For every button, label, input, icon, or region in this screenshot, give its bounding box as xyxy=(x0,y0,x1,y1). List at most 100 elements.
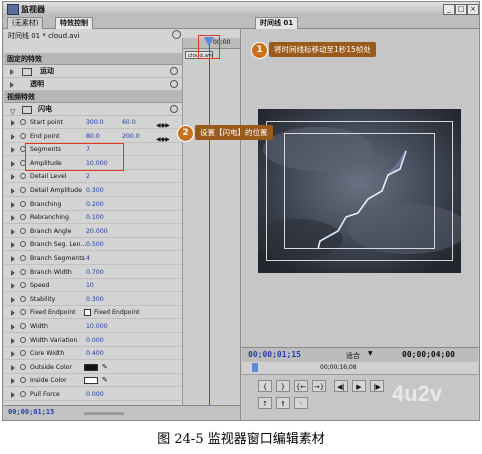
param-label: Rebranching xyxy=(30,214,69,222)
mark-out-icon[interactable]: } xyxy=(276,380,290,392)
param-row[interactable]: Stability 0.300 xyxy=(4,293,182,306)
effect-timeline[interactable]: 00;00 cloud.avi xyxy=(182,38,240,420)
param-label: Pull Force xyxy=(30,391,60,398)
param-row[interactable]: Speed 10 xyxy=(4,279,182,293)
param-label: Core Width xyxy=(30,350,65,358)
param-label: Branch Segments xyxy=(30,255,85,262)
monitor-current-timecode[interactable]: 00;00;01;15 xyxy=(248,350,301,359)
mark-in-icon[interactable]: { xyxy=(258,380,272,392)
maximize-button[interactable]: □ xyxy=(455,4,467,15)
param-value: 4 xyxy=(86,255,90,262)
param-row[interactable]: Core Width 0.400 xyxy=(4,347,182,361)
callout-text-2: 设置【闪电】的位置 xyxy=(195,125,273,140)
param-row[interactable]: Width 10.000 xyxy=(4,320,182,333)
param-label: Start point xyxy=(30,119,63,126)
motion-label: 运动 xyxy=(40,67,54,75)
param-row[interactable]: Branch Angle 20.000 xyxy=(4,225,182,238)
param-row[interactable]: Branch Seg. Len... 0.500 xyxy=(4,238,182,252)
param-value: 0.200 xyxy=(86,200,104,208)
step-back-icon[interactable]: ◀| xyxy=(334,380,348,392)
fit-zoom-select[interactable]: 适合 xyxy=(346,351,360,361)
param-value: 0.500 xyxy=(86,241,104,249)
go-to-in-icon[interactable]: {← xyxy=(294,380,308,392)
video-effects-header: 视频特效 xyxy=(4,91,182,103)
lightning-effect-row[interactable]: ▽ 闪电 xyxy=(4,103,182,116)
tab-no-clip[interactable]: (无素材) xyxy=(7,17,44,29)
playhead-line xyxy=(209,39,210,419)
param-row[interactable]: Branching 0.200 xyxy=(4,198,182,211)
effect-controls-panel: 时间线 01 * cloud.avi 固定的特效 运动 透明 视频特效 ▽ 闪电 Start… xyxy=(4,29,241,420)
param-value: 0.400 xyxy=(86,350,104,358)
extract-icon[interactable]: ⇑ xyxy=(276,397,290,409)
param-label: Branch Seg. Len... xyxy=(30,241,87,249)
param-value: 10 xyxy=(86,282,94,290)
color-swatch xyxy=(84,377,98,385)
param-value: 80.0 xyxy=(86,132,100,140)
param-row[interactable]: Rebranching 0.100 xyxy=(4,211,182,225)
motion-effect-row[interactable]: 运动 xyxy=(4,65,182,78)
tab-effect-controls[interactable]: 特效控制 xyxy=(55,17,93,29)
param-label: Branching xyxy=(30,200,62,208)
monitor-app-icon xyxy=(7,4,19,15)
lightning-label: 闪电 xyxy=(38,105,52,113)
monitor-timecode-bar: 00;00;01;15 适合 ▼ 00;00;04;00 xyxy=(242,347,478,362)
options-icon[interactable] xyxy=(172,30,181,39)
color-swatch xyxy=(84,363,98,371)
lift-icon[interactable]: ↑ xyxy=(258,397,272,409)
param-row[interactable]: Width Variation 0.000 xyxy=(4,334,182,347)
point-values-highlight-box xyxy=(25,143,124,171)
tab-timeline-01[interactable]: 时间线 01 xyxy=(255,17,299,29)
monitor-playhead-icon[interactable] xyxy=(252,363,258,372)
param-value: 20.000 xyxy=(86,227,108,235)
opacity-label: 透明 xyxy=(30,80,44,88)
param-value: 2 xyxy=(86,173,90,181)
param-row[interactable]: Detail Amplitude 0.300 xyxy=(4,184,182,197)
param-row[interactable]: Branch Width 0.700 xyxy=(4,266,182,279)
monitor-ruler[interactable]: 00;00;16;08 xyxy=(242,362,478,375)
play-button[interactable]: ▶ xyxy=(352,380,366,392)
close-button[interactable]: × xyxy=(467,4,479,15)
param-row[interactable]: Start point 300.0 60.0 ◀◆▶ xyxy=(4,116,182,129)
param-label: Width xyxy=(30,323,48,330)
param-value: 10.000 xyxy=(86,323,108,330)
param-row[interactable]: Pull Force 0.000 xyxy=(4,388,182,401)
effect-controls-footer: 00;00;01;15 xyxy=(4,405,240,420)
shuttle-icon[interactable]: ◦ xyxy=(294,397,308,409)
param-value: 300.0 xyxy=(86,119,104,126)
playhead-highlight-box xyxy=(198,35,220,59)
param-label: Fixed Endpoint xyxy=(30,309,76,317)
param-value: 0.000 xyxy=(86,391,104,398)
video-preview xyxy=(258,109,461,273)
param-value: 0.700 xyxy=(86,268,104,276)
ruler-timecode: 00;00;16;08 xyxy=(320,364,357,371)
eyedropper-icon: ✎ xyxy=(102,362,108,371)
chevron-down-icon[interactable]: ▼ xyxy=(368,350,373,357)
param-row[interactable]: Detail Level 2 xyxy=(4,170,182,184)
param-row[interactable]: Branch Segments 4 xyxy=(4,252,182,265)
minimize-button[interactable]: _ xyxy=(443,4,455,15)
param-value: 0.300 xyxy=(86,295,104,303)
param-row[interactable]: End point 80.0 200.0 ◀◆▶ xyxy=(4,130,182,143)
zoom-slider[interactable] xyxy=(84,412,124,415)
param-label: Speed xyxy=(30,282,50,290)
param-row[interactable]: Outside Color ✎ xyxy=(4,361,182,374)
param-label: Inside Color xyxy=(30,377,67,385)
go-to-out-icon[interactable]: →} xyxy=(312,380,326,392)
param-label: Stability xyxy=(30,295,56,303)
param-value: 0.100 xyxy=(86,214,104,222)
param-value-2: 200.0 xyxy=(122,132,140,140)
param-value-2: 60.0 xyxy=(122,119,136,126)
param-label: Detail Amplitude xyxy=(30,187,82,194)
title-bar: 监视器 _ □ × xyxy=(3,2,479,17)
param-label: Branch Angle xyxy=(30,227,72,235)
param-row[interactable]: Fixed Endpoint Fixed Endpoint xyxy=(4,306,182,320)
param-row[interactable]: Inside Color ✎ xyxy=(4,374,182,388)
watermark: 4u2v xyxy=(392,381,443,406)
figure-caption: 图 24-5 监视器窗口编辑素材 xyxy=(157,432,325,447)
current-timecode[interactable]: 00;00;01;15 xyxy=(8,408,54,416)
window-title: 监视器 xyxy=(21,5,45,14)
clip-name: 时间线 01 * cloud.avi xyxy=(8,32,80,40)
param-label: Branch Width xyxy=(30,268,72,276)
opacity-effect-row[interactable]: 透明 xyxy=(4,78,182,91)
step-forward-icon[interactable]: |▶ xyxy=(370,380,384,392)
